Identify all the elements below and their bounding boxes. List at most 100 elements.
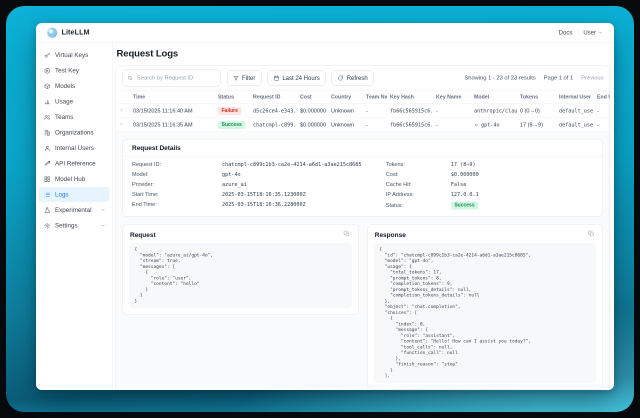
cell-key-hash: fb66c565915c6... [387,118,433,132]
people-icon [44,114,51,121]
expand-row-icon[interactable] [119,108,124,113]
field-label: Status: [386,203,451,209]
col-request-id: Request ID [250,90,297,104]
search-box[interactable] [122,70,221,87]
logs-toolbar: Filter Last 24 Hours Refresh [116,66,610,90]
field-value: chatcmpl-c899c1b3-ca2e-4214-a6d1-a3ae215… [222,162,361,168]
sidebar-item-models[interactable]: Models [39,79,110,94]
request-details-card: Request Details Request ID:chatcmpl-c899… [123,139,604,217]
col-key-name: Key Name [433,90,471,104]
request-pane: Request { "model": "azure_ai/gpt-4o", "s… [123,224,359,315]
field-value: gpt-4o [222,172,241,178]
sidebar-item-settings[interactable]: Settings [39,218,110,233]
sidebar-item-logs[interactable]: Logs [39,187,110,202]
litellm-window: LiteLLM Docs User Virtual Keys [36,23,614,390]
sidebar-item-model-hub[interactable]: Model Hub [39,172,110,187]
logs-table: Time Status Request ID Cost Country Team… [116,90,610,132]
user-menu[interactable]: User [583,29,603,36]
chevron-down-icon [101,223,106,228]
grid-icon [44,176,51,183]
request-pane-title: Request [130,231,156,239]
field-value: $0.000000 [451,172,479,178]
search-input[interactable] [136,75,216,82]
col-cost: Cost [297,90,328,104]
sidebar-item-label: Teams [55,114,73,121]
sidebar-item-virtual-keys[interactable]: Virtual Keys [39,48,110,63]
col-model: Model [471,90,517,104]
sidebar-item-experimental[interactable]: Experimental [39,203,110,218]
col-country: Country [328,90,363,104]
refresh-button-label: Refresh [347,75,368,82]
field-label: Cache Hit: [386,182,451,188]
chevron-down-icon [598,30,603,35]
request-json: { "model": "azure_ai/gpt-4o", "stream": … [129,243,352,309]
list-icon [44,191,51,198]
col-end-user: End User [594,90,610,104]
cell-model: gpt-4o [481,122,500,128]
table-row[interactable]: 03/15/2025 11:16:40 AM Failure d5c26ce4-… [116,104,610,118]
table-row-expanded[interactable]: 03/15/2025 11:16:35 AM Success chatcmpl-… [116,118,610,132]
refresh-button[interactable]: Refresh [332,70,374,86]
cell-end-user: - [594,104,610,118]
col-team-name: Team Name [363,90,387,104]
time-range-label: Last 24 Hours [282,75,319,82]
copy-icon [588,231,595,238]
cell-key-name: - [433,118,471,132]
field-label: Tokens: [386,162,451,168]
sidebar-item-api-reference[interactable]: API Reference [39,156,110,171]
cell-end-user: - [594,118,610,132]
filter-button[interactable]: Filter [227,70,261,86]
response-pane-title: Response [375,231,406,239]
cell-team-name: - [363,118,387,132]
sidebar-item-internal-users[interactable]: Internal Users [39,141,110,156]
filter-button-label: Filter [242,75,255,82]
previous-page-button[interactable]: Previous [581,75,603,81]
building-icon [44,129,51,136]
gear-icon [44,222,51,229]
table-header-row: Time Status Request ID Cost Country Team… [116,90,610,104]
copy-request-button[interactable] [342,230,351,240]
sidebar-item-organizations[interactable]: Organizations [39,125,110,140]
cell-request-id: chatcmpl-c899... [250,118,297,132]
cell-cost: $0.000000 [297,118,328,132]
collapse-row-icon[interactable] [119,122,124,127]
search-icon [128,76,133,81]
field-label: IP Address: [386,192,451,198]
top-navbar: LiteLLM Docs User [36,23,614,43]
sidebar-item-teams[interactable]: Teams [39,110,110,125]
docs-link[interactable]: Docs [559,29,573,36]
sidebar-item-usage[interactable]: Usage [39,94,110,109]
col-time: Time [130,90,215,104]
user-icon [44,145,51,152]
screenshot-stage: LiteLLM Docs User Virtual Keys [0,0,640,418]
field-label: Start Time: [132,192,222,198]
field-value: 17 (8→9) [451,162,476,168]
field-value: 2025-03-15T18:16:35.123000Z [222,192,306,198]
field-label: Cost: [386,172,451,178]
sidebar-item-test-key[interactable]: Test Key [39,63,110,78]
sidebar-item-label: Test Key [55,67,79,74]
field-label: Model: [132,172,222,178]
cell-tokens: 17 (8→9) [517,118,556,132]
time-range-button[interactable]: Last 24 Hours [267,70,325,86]
sidebar-item-label: Experimental [55,207,91,214]
field-label: Provider: [132,182,222,188]
page-indicator: Page 1 of 1 [544,75,573,81]
key-icon [44,52,51,59]
cell-key-name: - [433,104,471,118]
sidebar-item-label: Settings [55,222,78,229]
copy-response-button[interactable] [587,230,596,240]
litellm-logo-icon [47,27,58,38]
refresh-icon [338,75,344,81]
bar-chart-icon [44,98,51,105]
sidebar-item-label: Models [55,83,75,90]
cell-cost: $0.000000 [297,104,328,118]
brand-name: LiteLLM [62,29,90,37]
sidebar-item-label: API Reference [55,160,96,167]
cell-internal-user: default_user_id [556,104,594,118]
sidebar-item-label: Usage [55,98,73,105]
cell-request-id: d5c26ce4-e343... [250,104,297,118]
response-pane: Response { "id": "chatcmpl-c899c1b3-ca2e… [367,224,603,390]
user-menu-label: User [583,29,596,36]
status-badge: Failure [218,107,241,115]
